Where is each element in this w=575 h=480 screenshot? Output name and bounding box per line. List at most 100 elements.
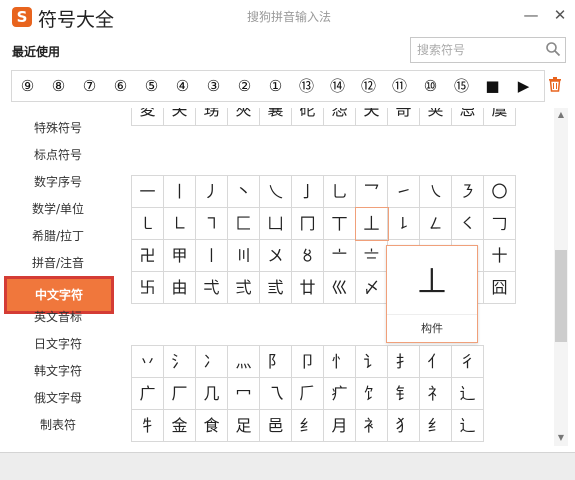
recent-symbol[interactable]: ▶ [508,71,539,101]
recent-symbol[interactable]: ⑫ [353,71,384,101]
recent-symbol[interactable]: ⑤ [136,71,167,101]
symbol-cell[interactable]: ㇀ [388,176,420,208]
symbol-cell[interactable]: 襄 [260,108,292,126]
symbol-cell[interactable]: 十 [484,240,516,272]
recent-symbol[interactable]: ⑨ [12,71,43,101]
symbol-cell[interactable]: ㇙ [388,208,420,240]
symbol-cell[interactable]: 〧 [356,240,388,272]
symbol-cell[interactable]: 卍 [132,240,164,272]
symbol-cell[interactable]: 亅 [292,176,324,208]
symbol-cell[interactable]: 月 [324,410,356,442]
recent-symbol[interactable]: ④ [167,71,198,101]
symbol-cell[interactable]: 忌 [452,108,484,126]
symbol-cell[interactable]: 扌 [388,346,420,378]
sidebar-item[interactable]: 数学/单位 [0,200,116,217]
symbol-cell[interactable]: 荚 [420,108,452,126]
symbol-cell[interactable]: 衤 [356,410,388,442]
symbol-cell[interactable]: ㇕ [196,208,228,240]
symbol-cell[interactable]: 厂 [164,378,196,410]
recent-symbol[interactable]: ■ [477,71,508,101]
symbol-cell[interactable]: 〦 [324,240,356,272]
symbol-cell[interactable]: 牜 [132,410,164,442]
recent-symbol[interactable]: ⑪ [384,71,415,101]
recent-symbol[interactable]: ⑭ [322,71,353,101]
recent-symbol[interactable]: ⑮ [446,71,477,101]
recent-symbol[interactable]: ⑬ [291,71,322,101]
symbol-cell[interactable]: 钅 [388,378,420,410]
symbol-cell[interactable]: 阝 [260,346,292,378]
symbol-cell[interactable]: 弌 [196,272,228,304]
recent-symbol[interactable]: ② [229,71,260,101]
symbol-cell[interactable]: 一 [132,176,164,208]
symbol-cell[interactable]: 弎 [260,272,292,304]
sidebar-item[interactable]: 日文字符 [0,335,116,352]
symbol-cell[interactable]: 冖 [228,378,260,410]
symbol-cell[interactable]: 辶 [452,378,484,410]
search-icon[interactable] [545,41,561,57]
search-input[interactable] [417,41,537,59]
recent-symbol[interactable]: ⑦ [74,71,105,101]
scroll-down-arrow[interactable]: ▼ [556,434,566,442]
sidebar-item[interactable]: 制表符 [0,416,116,433]
symbol-cell[interactable]: 〣 [228,240,260,272]
symbol-cell[interactable]: 纟 [420,410,452,442]
symbol-cell[interactable]: 〥 [292,240,324,272]
sidebar-item[interactable]: 希腊/拉丁 [0,227,116,244]
symbol-cell[interactable]: 乀 [260,176,292,208]
symbol-cell[interactable]: 几 [196,378,228,410]
symbol-cell[interactable]: 辶 [452,410,484,442]
symbol-cell[interactable]: 邑 [260,410,292,442]
symbol-cell[interactable]: 虞 [484,108,516,126]
symbol-cell[interactable]: 乛 [356,176,388,208]
symbol-cell[interactable]: ㇋ [452,176,484,208]
symbol-cell[interactable]: 疒 [324,378,356,410]
symbol-cell[interactable]: 氵 [164,346,196,378]
symbol-cell[interactable]: 〆 [356,272,388,304]
symbol-cell[interactable]: 砣 [292,108,324,126]
sidebar-item[interactable]: 数字序号 [0,173,116,190]
symbol-cell[interactable]: 巛 [324,272,356,304]
sidebar-item[interactable]: 韩文字符 [0,362,116,379]
symbol-cell[interactable]: 关 [164,108,196,126]
recent-symbol[interactable]: ① [260,71,291,101]
symbol-cell[interactable]: 冫 [196,346,228,378]
symbol-cell[interactable]: 彳 [452,346,484,378]
symbol-cell[interactable]: 〤 [260,240,292,272]
sidebar-item[interactable]: 英文音标 [0,308,116,325]
sidebar-item[interactable]: 拼音/注音 [0,254,116,271]
symbol-cell[interactable]: 匚 [228,208,260,240]
minimize-button[interactable]: — [521,5,541,25]
sidebar-item[interactable]: 俄文字母 [0,389,116,406]
symbol-cell[interactable]: 弍 [228,272,260,304]
symbol-cell[interactable]: 亻 [420,346,452,378]
symbol-cell[interactable]: 乚 [324,176,356,208]
symbol-cell[interactable]: 凵 [260,208,292,240]
sidebar-item[interactable]: 标点符号 [0,146,116,163]
symbol-cell[interactable]: 金 [164,410,196,442]
symbol-cell[interactable]: 丄 [355,207,389,241]
symbol-cell[interactable]: 忄 [324,346,356,378]
symbol-cell[interactable]: 𠂆 [292,378,324,410]
symbol-cell[interactable]: 奇 [388,108,420,126]
scroll-up-arrow[interactable]: ▲ [556,111,566,119]
symbol-cell[interactable]: 广 [132,378,164,410]
symbol-cell[interactable]: 丷 [132,346,164,378]
symbol-cell[interactable]: 由 [164,272,196,304]
symbol-cell[interactable]: 囧 [484,272,516,304]
recent-symbol[interactable]: ③ [198,71,229,101]
symbol-cell[interactable]: ㇜ [420,208,452,240]
symbol-cell[interactable]: 丶 [228,176,260,208]
symbol-cell[interactable]: 廿 [292,272,324,304]
search-box[interactable] [410,37,566,63]
scrollbar[interactable]: ▲ ▼ [554,108,568,446]
symbol-cell[interactable]: ㇛ [452,208,484,240]
symbol-cell[interactable]: 𠃌 [484,208,516,240]
symbol-cell[interactable]: 〡 [196,240,228,272]
symbol-cell[interactable]: 夾 [228,108,260,126]
symbol-cell[interactable]: 乁 [260,378,292,410]
symbol-cell[interactable]: 灬 [228,346,260,378]
symbol-cell[interactable]: 食 [196,410,228,442]
symbol-cell[interactable]: ㇏ [420,176,452,208]
recent-symbol[interactable]: ⑧ [43,71,74,101]
symbol-cell[interactable]: 卩 [292,346,324,378]
